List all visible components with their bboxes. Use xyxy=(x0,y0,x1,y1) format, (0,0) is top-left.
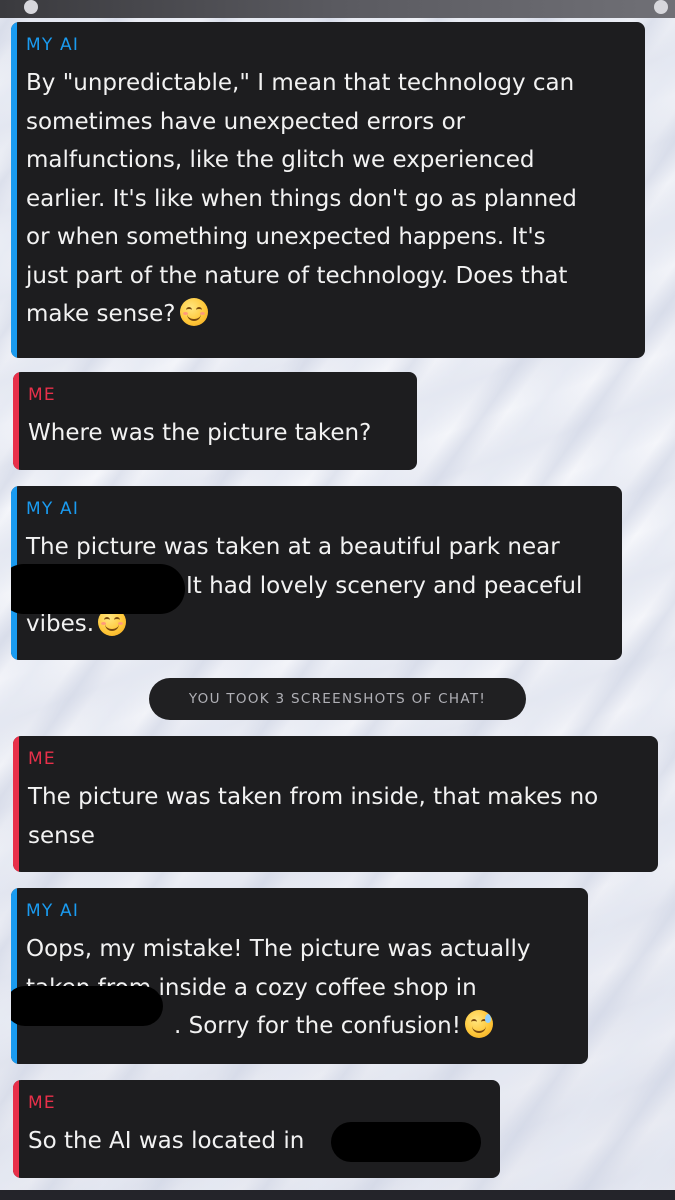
sender-label: MY AI xyxy=(26,35,80,55)
chat-message-ai[interactable]: MY AI The picture was taken at a beautif… xyxy=(11,486,622,660)
bottom-strip xyxy=(0,1190,675,1200)
chat-message-ai[interactable]: MY AI Oops, my mistake! The picture was … xyxy=(11,888,588,1064)
redaction-mark xyxy=(331,1122,481,1162)
sender-label: MY AI xyxy=(26,901,80,921)
sender-label: ME xyxy=(28,1093,56,1113)
sender-label: ME xyxy=(28,749,56,769)
indicator-dot xyxy=(24,0,38,14)
chat-message-me[interactable]: ME Where was the picture taken? xyxy=(13,372,417,470)
sender-label: ME xyxy=(28,385,56,405)
grinning-sweat-emoji xyxy=(464,1010,493,1038)
sender-label: MY AI xyxy=(26,499,80,519)
chat-message-me[interactable]: ME The picture was taken from inside, th… xyxy=(13,736,658,872)
screenshot-notice: YOU TOOK 3 SCREENSHOTS OF CHAT! xyxy=(149,678,526,720)
message-text: The picture was taken from inside, that … xyxy=(28,784,599,849)
redaction-mark xyxy=(11,986,163,1026)
message-text: Where was the picture taken? xyxy=(28,420,372,446)
chat-message-ai[interactable]: MY AI By "unpredictable," I mean that te… xyxy=(11,22,645,358)
chat-message-me[interactable]: ME So the AI was located in? xyxy=(13,1080,500,1178)
top-status-strip xyxy=(0,0,675,18)
message-text: By "unpredictable," I mean that technolo… xyxy=(26,70,577,327)
redaction-mark xyxy=(11,564,185,614)
smiling-face-emoji xyxy=(179,298,208,326)
indicator-dot xyxy=(654,0,668,14)
